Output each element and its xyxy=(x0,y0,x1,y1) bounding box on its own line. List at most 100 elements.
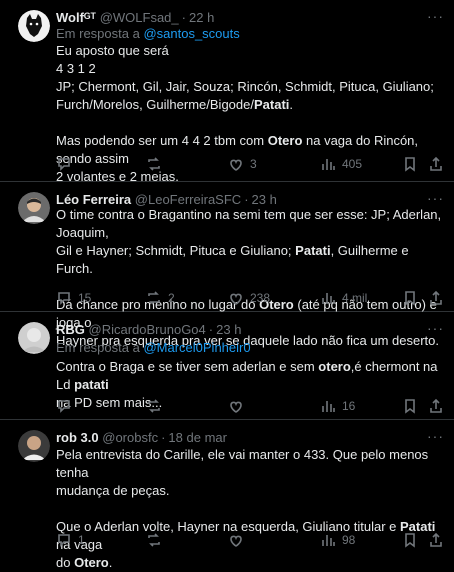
reply-mention[interactable]: @santos_scouts xyxy=(143,26,239,41)
separator-dot: · xyxy=(208,322,214,337)
like-count: 238 xyxy=(250,291,271,305)
timestamp[interactable]: 22 h xyxy=(189,10,214,25)
tweet-1[interactable]: Wolfᴳᵀ @WOLFsad_ · 22 h ··· Em resposta a … xyxy=(0,0,454,184)
bookmark-button[interactable] xyxy=(402,398,418,414)
highlight: Otero xyxy=(74,555,109,570)
views-button[interactable]: 4 mil xyxy=(320,290,367,306)
author-name[interactable]: rob 3.0 xyxy=(56,430,99,445)
action-bar: 3 405 xyxy=(56,156,442,174)
separator-dot: · xyxy=(244,192,249,207)
more-icon[interactable]: ··· xyxy=(427,320,444,336)
repost-button[interactable]: 2 xyxy=(146,290,175,306)
action-bar: 15 2 238 4 mil xyxy=(56,290,442,308)
views-count: 4 mil xyxy=(342,291,368,305)
avatar[interactable] xyxy=(18,10,50,42)
share-icon xyxy=(430,398,442,413)
views-icon xyxy=(322,535,335,546)
repost-button[interactable] xyxy=(146,398,168,414)
bookmark-button[interactable] xyxy=(402,290,418,306)
bookmark-icon xyxy=(405,291,415,306)
more-icon[interactable]: ··· xyxy=(427,190,444,206)
avatar[interactable] xyxy=(18,192,50,224)
highlight: Patati xyxy=(295,243,331,258)
highlight: patati xyxy=(74,377,109,392)
share-button[interactable] xyxy=(428,290,444,306)
author-name[interactable]: RBG xyxy=(56,322,85,337)
repost-button[interactable] xyxy=(146,532,168,548)
timestamp[interactable]: 18 de mar xyxy=(168,430,227,445)
views-icon xyxy=(322,401,335,412)
reply-prefix: Em resposta a xyxy=(56,340,140,355)
like-count: 3 xyxy=(250,157,257,171)
reply-count: 1 xyxy=(78,533,85,547)
action-bar: 16 xyxy=(56,398,442,416)
views-button[interactable]: 98 xyxy=(320,532,355,548)
views-icon xyxy=(322,159,335,170)
tweet-header: Wolfᴳᵀ @WOLFsad_ · 22 h xyxy=(56,10,444,26)
like-button[interactable] xyxy=(228,398,250,414)
bookmark-button[interactable] xyxy=(402,156,418,172)
highlight: otero xyxy=(318,359,351,374)
reply-button[interactable] xyxy=(56,156,78,172)
bookmark-button[interactable] xyxy=(402,532,418,548)
author-handle[interactable]: @RicardoBrunoGo4 xyxy=(89,322,206,337)
repost-icon xyxy=(148,291,160,305)
tweet-text: Pela entrevista do Carille, ele vai mant… xyxy=(56,446,442,572)
separator-dot: · xyxy=(161,430,166,445)
like-icon xyxy=(230,293,242,305)
like-icon xyxy=(230,159,242,171)
reply-button[interactable] xyxy=(56,398,78,414)
text-line: Gil e Hayner; Schmidt, Pituca e Giuliano… xyxy=(56,243,409,276)
share-button[interactable] xyxy=(428,398,444,414)
timestamp[interactable]: 23 h xyxy=(216,322,241,337)
reply-button[interactable]: 15 xyxy=(56,290,91,306)
text-line: Pela entrevista do Carille, ele vai mant… xyxy=(56,447,429,480)
bookmark-icon xyxy=(405,157,415,172)
separator-dot: · xyxy=(181,10,186,25)
views-icon xyxy=(322,293,335,304)
views-button[interactable]: 16 xyxy=(320,398,355,414)
repost-button[interactable] xyxy=(146,156,168,172)
reply-context: Em resposta a @Marcel0Pinheir0 xyxy=(56,340,251,356)
views-button[interactable]: 405 xyxy=(320,156,362,172)
author-handle[interactable]: @orobsfc xyxy=(102,430,158,445)
tweet-header: RBG @RicardoBrunoGo4 · 23 h xyxy=(56,322,444,338)
views-count: 98 xyxy=(342,533,356,547)
like-button[interactable]: 238 xyxy=(228,290,270,306)
reply-context: Em resposta a @santos_scouts xyxy=(56,26,240,42)
reply-icon xyxy=(58,158,70,171)
reply-button[interactable]: 1 xyxy=(56,532,85,548)
author-handle[interactable]: @WOLFsad_ xyxy=(100,10,179,25)
like-icon xyxy=(230,401,242,413)
author-name[interactable]: Wolfᴳᵀ xyxy=(56,10,96,25)
tweet-header: rob 3.0 @orobsfc · 18 de mar xyxy=(56,430,444,446)
tweet-2[interactable]: Léo Ferreira @LeoFerreiraSFC · 23 h ··· O … xyxy=(0,182,454,348)
more-icon[interactable]: ··· xyxy=(427,8,444,24)
like-button[interactable] xyxy=(228,532,250,548)
like-button[interactable]: 3 xyxy=(228,156,257,172)
avatar[interactable] xyxy=(18,322,50,354)
repost-icon xyxy=(148,399,160,413)
share-icon xyxy=(430,532,442,547)
text-line: 4 3 1 2 xyxy=(56,61,96,76)
tweet-3[interactable]: RBG @RicardoBrunoGo4 · 23 h ··· Em respost… xyxy=(0,312,454,420)
avatar[interactable] xyxy=(18,430,50,462)
views-count: 405 xyxy=(342,157,363,171)
bookmark-icon xyxy=(405,533,415,548)
reply-icon xyxy=(58,400,70,413)
tweet-4[interactable]: rob 3.0 @orobsfc · 18 de mar ··· Pela entr… xyxy=(0,420,454,570)
timestamp[interactable]: 23 h xyxy=(252,192,277,207)
reply-mention[interactable]: @Marcel0Pinheir0 xyxy=(143,340,250,355)
author-name[interactable]: Léo Ferreira xyxy=(56,192,131,207)
more-icon[interactable]: ··· xyxy=(427,428,444,444)
author-handle[interactable]: @LeoFerreiraSFC xyxy=(135,192,241,207)
highlight: Patati xyxy=(253,97,290,112)
share-button[interactable] xyxy=(428,532,444,548)
text-line: Eu aposto que será xyxy=(56,43,169,58)
share-button[interactable] xyxy=(428,156,444,172)
reply-icon xyxy=(58,292,70,305)
text-line: do Otero. xyxy=(56,555,113,570)
text-line: Furch/Morelos, Guilherme/Bigode/Patati. xyxy=(56,97,294,112)
